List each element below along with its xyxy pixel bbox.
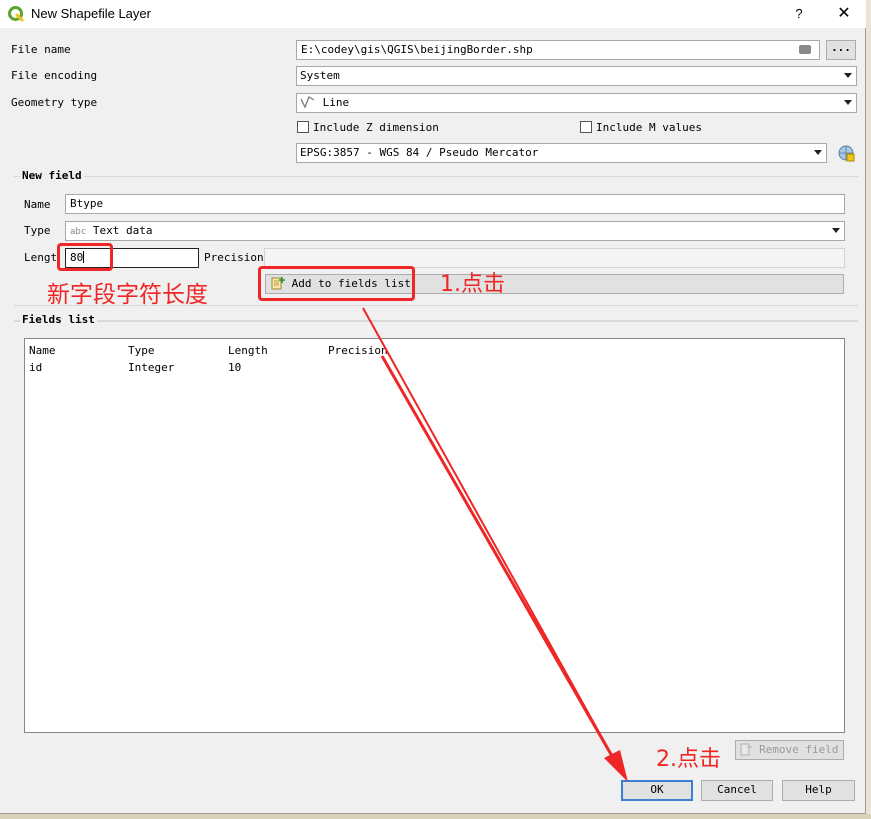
annotation-arrow <box>362 307 628 782</box>
arrow-line-thick <box>380 355 622 771</box>
background-map-strip <box>0 814 871 819</box>
arrow-head-icon <box>604 750 628 782</box>
